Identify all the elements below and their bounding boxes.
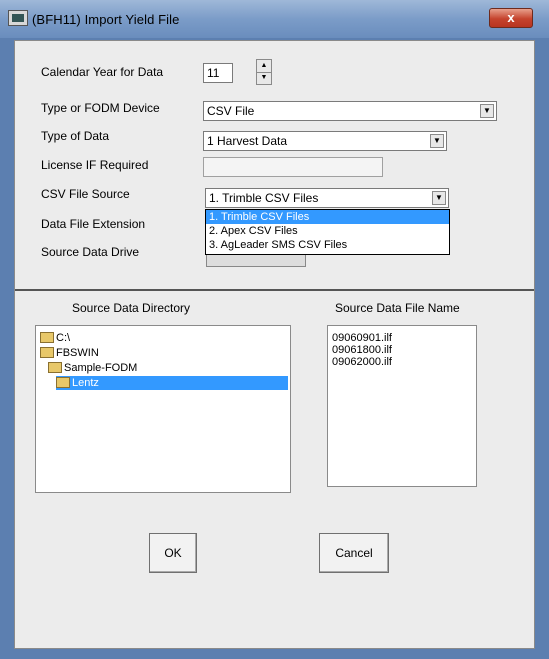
folder-icon xyxy=(56,376,70,388)
close-button[interactable]: x xyxy=(489,8,533,28)
chevron-down-icon[interactable]: ▼ xyxy=(480,104,494,118)
calendar-year-input[interactable]: 11 xyxy=(203,63,233,83)
tree-item-label: C:\ xyxy=(56,332,71,344)
drive-select[interactable] xyxy=(206,253,306,267)
chevron-down-icon[interactable]: ▼ xyxy=(430,134,444,148)
ok-button[interactable]: OK xyxy=(149,533,197,573)
csv-source-label: CSV File Source xyxy=(41,187,130,201)
csv-source-option[interactable]: 1. Trimble CSV Files xyxy=(206,210,449,224)
file-item[interactable]: 09060901.ilf xyxy=(332,332,392,344)
csv-source-dropdown-list: 1. Trimble CSV Files 2. Apex CSV Files 3… xyxy=(205,209,450,255)
directory-label: Source Data Directory xyxy=(72,301,191,315)
folder-icon xyxy=(40,331,54,343)
csv-source-select[interactable]: 1. Trimble CSV Files ▼ xyxy=(205,188,449,208)
directory-tree[interactable]: C:\ FBSWIN Sample-FODM Lentz xyxy=(35,325,291,493)
import-yield-window: (BFH11) Import Yield File x Calendar Yea… xyxy=(0,0,549,659)
tree-item-label: Sample-FODM xyxy=(64,362,138,374)
section-divider xyxy=(15,289,534,291)
device-value: CSV File xyxy=(207,104,255,118)
spin-down-icon[interactable]: ▼ xyxy=(257,72,271,84)
file-list[interactable]: 09060901.ilf 09061800.ilf 09062000.ilf xyxy=(327,325,477,487)
license-label: License IF Required xyxy=(41,158,149,172)
data-type-value: 1 Harvest Data xyxy=(207,134,288,148)
drive-label: Source Data Drive xyxy=(41,245,140,259)
folder-icon xyxy=(48,361,62,373)
data-type-label: Type of Data xyxy=(41,129,110,143)
dialog-body: Calendar Year for Data 11 ▲ ▼ Type or FO… xyxy=(14,40,535,649)
tree-item-selected[interactable]: Lentz xyxy=(56,376,288,390)
csv-source-option[interactable]: 3. AgLeader SMS CSV Files xyxy=(206,238,449,252)
file-name-label: Source Data File Name xyxy=(335,301,460,315)
extension-label: Data File Extension xyxy=(41,217,146,231)
csv-source-option[interactable]: 2. Apex CSV Files xyxy=(206,224,449,238)
license-input[interactable] xyxy=(203,157,383,177)
window-title: (BFH11) Import Yield File xyxy=(32,12,180,27)
tree-item[interactable]: FBSWIN xyxy=(40,346,99,360)
title-bar[interactable]: (BFH11) Import Yield File x xyxy=(0,0,549,38)
tree-item[interactable]: Sample-FODM xyxy=(48,361,137,375)
tree-item-label: FBSWIN xyxy=(56,347,99,359)
calendar-year-spinner[interactable]: ▲ ▼ xyxy=(256,59,272,85)
file-item[interactable]: 09061800.ilf xyxy=(332,344,392,356)
calendar-year-label: Calendar Year for Data xyxy=(41,65,164,79)
device-select[interactable]: CSV File ▼ xyxy=(203,101,497,121)
chevron-down-icon[interactable]: ▼ xyxy=(432,191,446,205)
tree-item[interactable]: C:\ xyxy=(40,331,70,345)
data-type-select[interactable]: 1 Harvest Data ▼ xyxy=(203,131,447,151)
file-item[interactable]: 09062000.ilf xyxy=(332,356,392,368)
cancel-button[interactable]: Cancel xyxy=(319,533,389,573)
tree-item-label: Lentz xyxy=(72,377,99,389)
folder-icon xyxy=(40,346,54,358)
app-icon xyxy=(8,10,28,26)
device-label: Type or FODM Device xyxy=(41,101,160,115)
csv-source-value: 1. Trimble CSV Files xyxy=(209,191,319,205)
